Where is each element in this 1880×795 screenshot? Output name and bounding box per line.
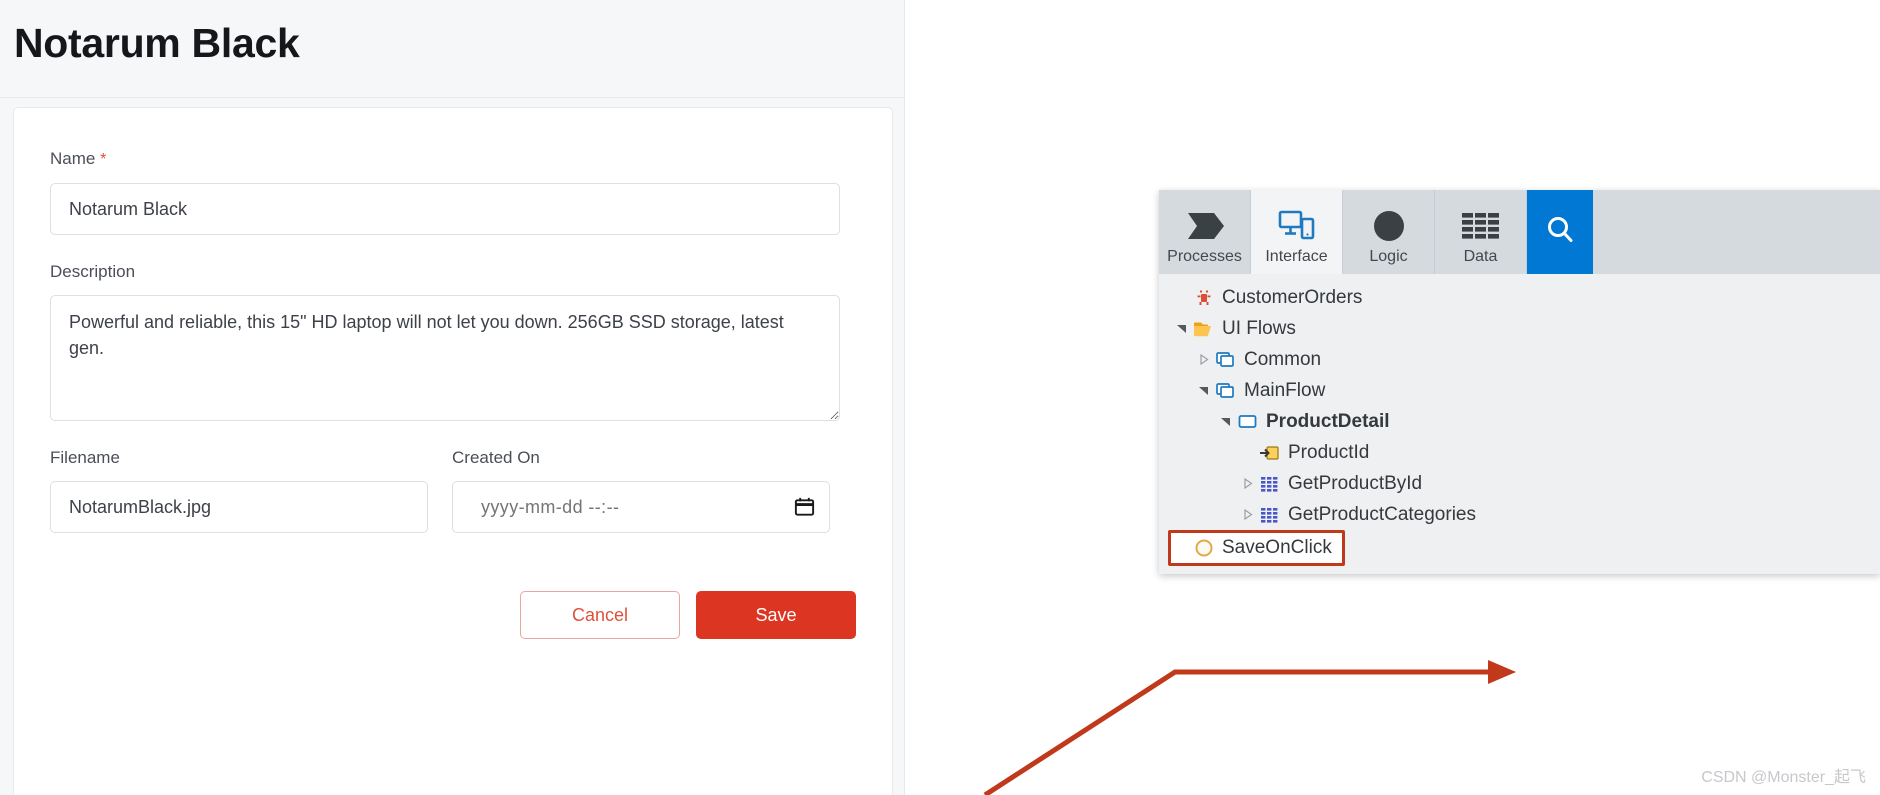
twist-collapsed-icon[interactable]: [1237, 478, 1257, 489]
name-input[interactable]: [50, 183, 840, 235]
field-name: Name *: [50, 148, 856, 235]
filename-label: Filename: [50, 448, 120, 467]
form-header: Notarum Black: [0, 0, 904, 98]
required-asterisk: *: [100, 151, 107, 168]
tree-label: GetProductById: [1288, 472, 1423, 494]
aggregate-icon: [1257, 475, 1283, 493]
tree-item-getproductbyid[interactable]: GetProductById: [1237, 468, 1880, 499]
created-on-input[interactable]: [452, 481, 830, 533]
watermark: CSDN @Monster_起飞: [1701, 769, 1866, 786]
field-created-on: Created On: [452, 447, 830, 533]
twist-collapsed-icon[interactable]: [1237, 509, 1257, 520]
twist-collapsed-icon[interactable]: [1193, 354, 1213, 365]
form-card: Name * Description Powerful and reliable…: [13, 107, 893, 795]
product-form-screen: Notarum Black Name * Description Powerfu…: [0, 0, 905, 795]
form-actions: Cancel Save: [50, 591, 856, 639]
input-param-icon: [1257, 444, 1283, 462]
tab-processes-label: Processes: [1167, 248, 1242, 265]
twist-expanded-icon[interactable]: [1193, 385, 1213, 396]
search-icon: [1543, 213, 1577, 252]
twist-expanded-icon[interactable]: [1215, 416, 1235, 427]
process-flag-icon: [1184, 205, 1226, 247]
tree-item-customerorders[interactable]: CustomerOrders: [1171, 282, 1880, 313]
folder-icon: [1191, 320, 1217, 338]
filename-createdon-row: Filename Created On: [50, 447, 856, 533]
page-title: Notarum Black: [14, 20, 300, 66]
tab-interface-label: Interface: [1265, 248, 1328, 265]
save-button[interactable]: Save: [696, 591, 856, 639]
circle-icon: [1371, 205, 1407, 247]
screen-icon: [1235, 413, 1261, 431]
tree-item-productdetail[interactable]: ProductDetail: [1215, 406, 1880, 437]
tab-interface[interactable]: Interface: [1251, 190, 1343, 274]
tree-item-ui-flows[interactable]: UI Flows: [1171, 313, 1880, 344]
tree-item-common[interactable]: Common: [1193, 344, 1880, 375]
search-button[interactable]: [1527, 190, 1593, 274]
filename-input[interactable]: [50, 481, 428, 533]
ide-toolbar: Processes Interface Logic Data: [1159, 190, 1880, 274]
created-on-wrapper: [452, 481, 830, 533]
name-label-text: Name: [50, 149, 96, 168]
ide-panel: Processes Interface Logic Data CustomerO…: [1159, 190, 1880, 574]
twist-expanded-icon[interactable]: [1171, 323, 1191, 334]
tree-label: SaveOnClick: [1222, 537, 1332, 558]
tree-label: CustomerOrders: [1222, 286, 1363, 308]
tree-label: ProductId: [1288, 441, 1370, 463]
cancel-button[interactable]: Cancel: [520, 591, 680, 639]
tab-data[interactable]: Data: [1435, 190, 1527, 274]
module-icon: [1191, 289, 1217, 307]
tab-data-label: Data: [1463, 248, 1498, 265]
description-label: Description: [50, 262, 136, 281]
tree-item-mainflow[interactable]: MainFlow: [1193, 375, 1880, 406]
tab-logic-label: Logic: [1369, 248, 1408, 265]
tree-label: ProductDetail: [1266, 410, 1390, 432]
field-filename: Filename: [50, 447, 428, 533]
tree-item-getproductcategories[interactable]: GetProductCategories: [1237, 499, 1880, 530]
flow-icon: [1213, 351, 1239, 369]
name-label: Name *: [50, 148, 856, 171]
field-description: Description Powerful and reliable, this …: [50, 261, 856, 421]
grid-table-icon: [1461, 205, 1501, 247]
tree-label: MainFlow: [1244, 379, 1326, 401]
client-action-icon: [1191, 537, 1217, 559]
created-on-label: Created On: [452, 448, 540, 467]
description-textarea[interactable]: Powerful and reliable, this 15" HD lapto…: [50, 295, 840, 421]
tab-processes[interactable]: Processes: [1159, 190, 1251, 274]
tree-item-productid[interactable]: ProductId: [1237, 437, 1880, 468]
tree-label: UI Flows: [1222, 317, 1296, 339]
flow-icon: [1213, 382, 1239, 400]
toolbar-spacer: [1593, 190, 1880, 274]
tree-item-saveonclick[interactable]: SaveOnClick: [1168, 530, 1345, 566]
tree-label: GetProductCategories: [1288, 503, 1476, 525]
solution-tree: CustomerOrders UI Flows Common MainFlow …: [1159, 274, 1880, 574]
aggregate-icon: [1257, 506, 1283, 524]
tab-logic[interactable]: Logic: [1343, 190, 1435, 274]
devices-icon: [1277, 205, 1317, 247]
screenshot-root: Notarum Black Name * Description Powerfu…: [0, 0, 1880, 795]
tree-label: Common: [1244, 348, 1322, 370]
